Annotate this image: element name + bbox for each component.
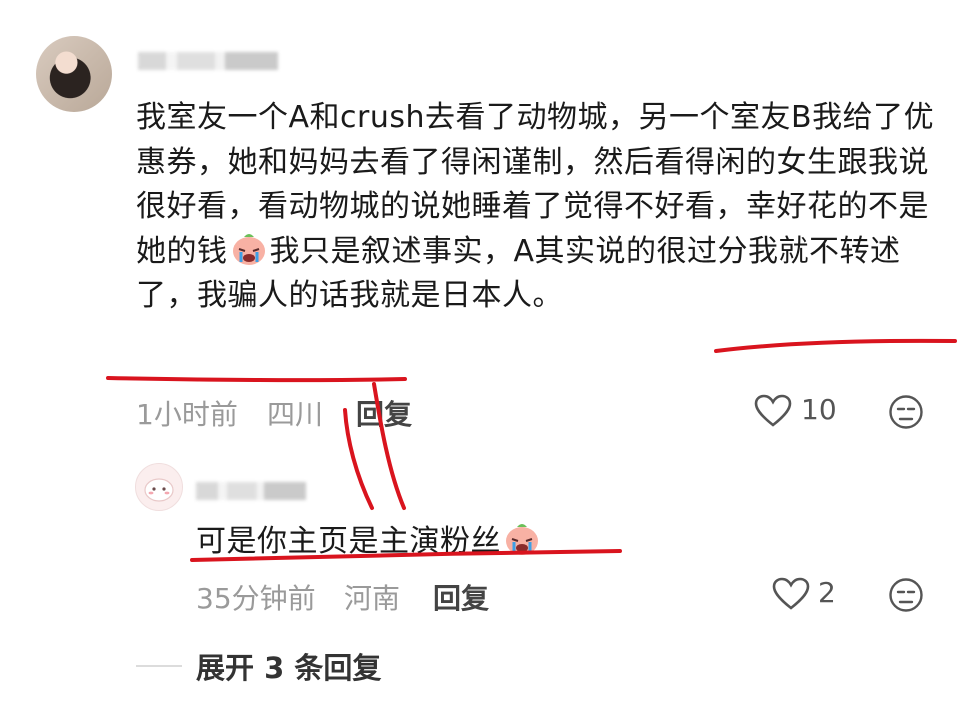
expand-divider (136, 665, 182, 667)
comment-like-count: 10 (801, 393, 837, 426)
comment-reply-button[interactable]: 回复 (356, 393, 412, 433)
crying-emoji-icon (503, 521, 541, 557)
reply-reply-button[interactable]: 回复 (433, 577, 489, 617)
dislike-face-icon[interactable] (888, 577, 924, 613)
reply-avatar[interactable] (135, 463, 183, 511)
comment-location: 四川 (267, 398, 324, 431)
heart-outline-icon[interactable] (753, 394, 793, 428)
reply-time: 35分钟前 (196, 582, 316, 615)
dislike-face-icon[interactable] (888, 394, 924, 430)
comment-time: 1小时前 (136, 398, 238, 431)
reply-like-count: 2 (818, 576, 836, 609)
commenter-name-blurred[interactable] (138, 52, 278, 70)
commenter-avatar[interactable] (36, 36, 112, 112)
expand-replies-button[interactable]: 展开 3 条回复 (196, 645, 381, 687)
heart-outline-icon[interactable] (771, 577, 811, 611)
comment-text: 我室友一个A和crush去看了动物城，另一个室友B我给了优惠券，她和妈妈去看了得… (136, 96, 936, 319)
crying-emoji-icon (230, 231, 268, 267)
reply-location: 河南 (344, 582, 401, 615)
replier-name-blurred[interactable] (196, 482, 306, 500)
reply-text: 可是你主页是主演粉丝 (196, 516, 543, 560)
reply-text-content: 可是你主页是主演粉丝 (196, 524, 501, 559)
